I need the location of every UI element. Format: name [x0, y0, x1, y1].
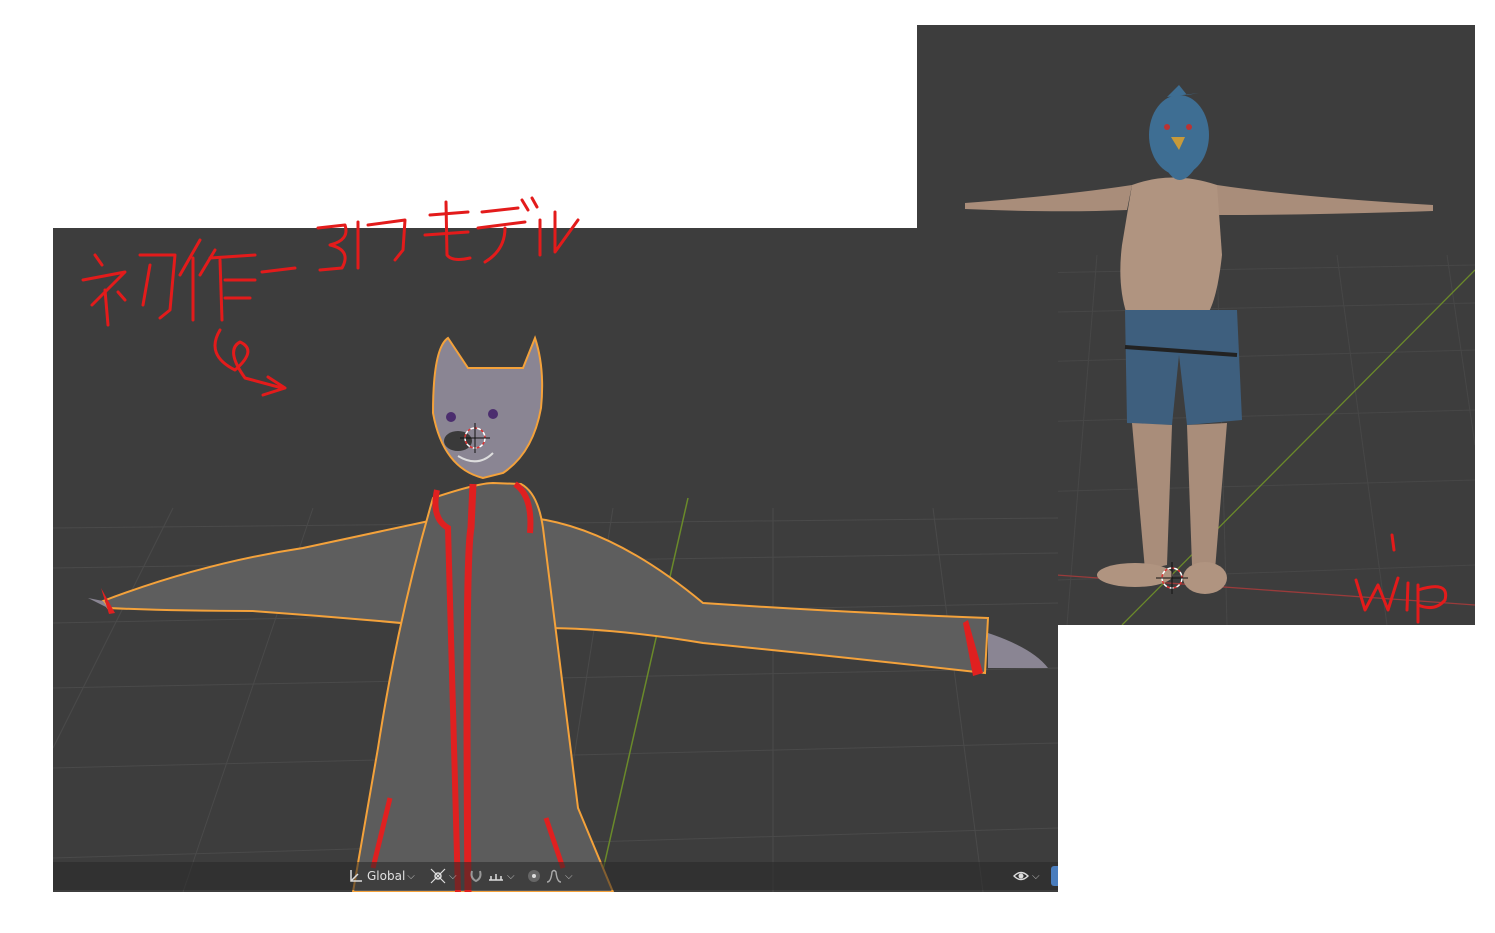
orientation-label: Global: [367, 869, 406, 883]
chevron-down-icon: ⌵: [407, 870, 415, 882]
chevron-down-icon: ⌵: [507, 870, 515, 882]
viewport-left-scene: [53, 335, 1058, 892]
viewport-left[interactable]: Global ⌵ ⌵ ⌵ ⌵ ⌵: [53, 228, 1058, 892]
gizmo-toggle-button[interactable]: [1051, 866, 1058, 886]
transform-orientation-dropdown[interactable]: Global ⌵: [343, 865, 419, 887]
chevron-down-icon: ⌵: [449, 870, 457, 882]
falloff-dropdown[interactable]: ⌵: [541, 865, 577, 887]
falloff-curve-icon: [545, 867, 563, 885]
eye-visibility-icon: [1012, 867, 1030, 885]
wolf-character-model[interactable]: [88, 335, 1048, 892]
pivot-point-icon: [429, 867, 447, 885]
snap-increment-icon: [487, 867, 505, 885]
transform-orientation-icon: [347, 867, 365, 885]
visibility-dropdown[interactable]: ⌵: [1008, 865, 1044, 887]
chevron-down-icon: ⌵: [565, 870, 573, 882]
snap-target-dropdown[interactable]: ⌵: [483, 865, 519, 887]
pivot-point-dropdown[interactable]: ⌵: [425, 865, 461, 887]
chevron-down-icon: ⌵: [1032, 870, 1040, 882]
viewport-header: Global ⌵ ⌵ ⌵ ⌵ ⌵: [53, 862, 1058, 890]
